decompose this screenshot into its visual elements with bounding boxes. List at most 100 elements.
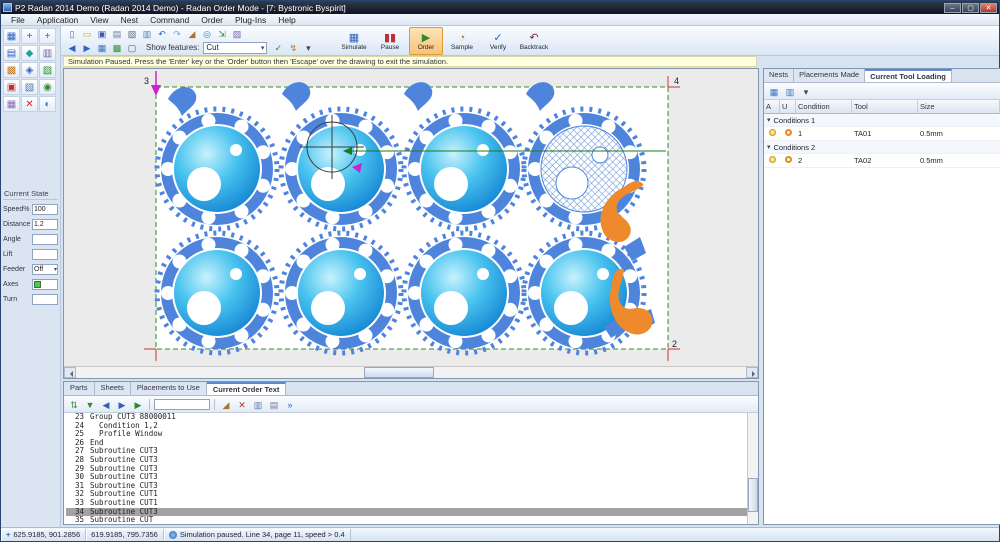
save-icon[interactable]: ▣: [95, 27, 109, 40]
pause-button[interactable]: ▮▮Pause: [373, 27, 407, 55]
order-line[interactable]: 30Subroutine CUT3: [66, 473, 758, 482]
field-input-turn[interactable]: [32, 294, 58, 305]
feature-dropdown-icon[interactable]: ▾: [301, 41, 315, 54]
next-view-icon[interactable]: ▶: [80, 41, 94, 54]
more-icon[interactable]: »: [283, 398, 297, 411]
column-header-condition[interactable]: Condition: [796, 100, 852, 113]
run-icon[interactable]: ▶: [131, 398, 145, 411]
grid-view-icon[interactable]: ▦: [767, 85, 781, 98]
filter-dropdown-icon[interactable]: ▾: [799, 85, 813, 98]
order-line[interactable]: 35Subroutine CUT: [66, 516, 758, 524]
tab-current-tool-loading[interactable]: Current Tool Loading: [865, 69, 952, 82]
simulate-button[interactable]: ▦Simulate: [337, 27, 371, 55]
menu-item-view[interactable]: View: [84, 15, 114, 25]
field-input-speed-[interactable]: 100: [32, 204, 58, 215]
print-icon[interactable]: ▤: [110, 27, 124, 40]
order-line[interactable]: 31Subroutine CUT3: [66, 482, 758, 491]
filter-lines-icon[interactable]: ▼: [83, 398, 97, 411]
field-input-feeder[interactable]: Off▾: [32, 264, 58, 275]
undo-icon[interactable]: ↶: [155, 27, 169, 40]
menu-item-file[interactable]: File: [5, 15, 31, 25]
measure-icon[interactable]: ⇲: [215, 27, 229, 40]
sheet-icon[interactable]: ▤: [3, 45, 20, 61]
order-line[interactable]: 25 Profile Window: [66, 430, 758, 439]
column-header-a[interactable]: A: [764, 100, 780, 113]
menu-item-application[interactable]: Application: [31, 15, 85, 25]
collapse-icon[interactable]: ▾: [767, 116, 771, 124]
stop-icon[interactable]: ▣: [3, 79, 20, 95]
column-header-u[interactable]: U: [780, 100, 796, 113]
previous-view-icon[interactable]: ◀: [65, 41, 79, 54]
menu-item-order[interactable]: Order: [195, 15, 229, 25]
layers-icon[interactable]: ▨: [230, 27, 244, 40]
menu-item-help[interactable]: Help: [272, 15, 301, 25]
order-line[interactable]: 24 Condition 1,2: [66, 422, 758, 431]
verify-button[interactable]: ✓Verify: [481, 27, 515, 55]
order-scroll-thumb[interactable]: [748, 478, 758, 512]
view-icon[interactable]: ◈: [21, 62, 38, 78]
grid-icon[interactable]: ▩: [3, 62, 20, 78]
canvas-horizontal-scrollbar[interactable]: [64, 366, 758, 378]
order-icon[interactable]: ▧: [21, 79, 38, 95]
tab-parts[interactable]: Parts: [64, 382, 95, 395]
tab-placements-to-use[interactable]: Placements to Use: [131, 382, 207, 395]
grid-toggle-icon[interactable]: ▦: [95, 41, 109, 54]
order-line[interactable]: 23Group CUT3 88000011: [66, 413, 758, 422]
menu-item-nest[interactable]: Nest: [115, 15, 144, 25]
scroll-right-button[interactable]: [746, 367, 758, 378]
tab-current-order-text[interactable]: Current Order Text: [207, 382, 287, 395]
redo-icon[interactable]: ↷: [170, 27, 184, 40]
tab-sheets[interactable]: Sheets: [95, 382, 131, 395]
simulate-icon[interactable]: ◐: [39, 96, 56, 112]
column-header-size[interactable]: Size: [918, 100, 1000, 113]
snap-toggle-icon[interactable]: ▩: [110, 41, 124, 54]
cut-icon[interactable]: ▧: [125, 27, 139, 40]
field-input-distance[interactable]: 1.2: [32, 219, 58, 230]
order-line[interactable]: 28Subroutine CUT3: [66, 456, 758, 465]
frame-toggle-icon[interactable]: ▢: [125, 41, 139, 54]
hatch-icon[interactable]: ▨: [39, 62, 56, 78]
group-row[interactable]: ▾Conditions 2: [764, 141, 1000, 154]
order-line[interactable]: 34Subroutine CUT3: [66, 508, 758, 517]
new-icon[interactable]: ▯: [65, 27, 79, 40]
sample-button[interactable]: ◔Sample: [445, 27, 479, 55]
zoom-icon[interactable]: ◎: [200, 27, 214, 40]
table-row[interactable]: 1TA010.5mm: [764, 127, 1000, 141]
minimize-button[interactable]: –: [944, 3, 961, 13]
order-line[interactable]: 26End: [66, 439, 758, 448]
prev-line-icon[interactable]: ◀: [99, 398, 113, 411]
menu-item-plug-ins[interactable]: Plug-Ins: [229, 15, 272, 25]
sort-lines-icon[interactable]: ⇅: [67, 398, 81, 411]
tab-nests[interactable]: Nests: [764, 69, 794, 82]
maximize-button[interactable]: ▢: [962, 3, 979, 13]
feature-flash-icon[interactable]: ↯: [286, 41, 300, 54]
column-chooser-icon[interactable]: ▥: [783, 85, 797, 98]
open-icon[interactable]: ▭: [80, 27, 94, 40]
table-row[interactable]: 2TA020.5mm: [764, 154, 1000, 168]
copy-icon[interactable]: ▥: [140, 27, 154, 40]
close-button[interactable]: ✕: [980, 3, 997, 13]
delete-line-icon[interactable]: ✕: [235, 398, 249, 411]
group-row[interactable]: ▾Conditions 1: [764, 114, 1000, 127]
order-line[interactable]: 33Subroutine CUT1: [66, 499, 758, 508]
tab-placements-made[interactable]: Placements Made: [794, 69, 865, 82]
pattern-icon[interactable]: ▦: [3, 96, 20, 112]
field-input-axes[interactable]: [32, 279, 58, 290]
collapse-icon[interactable]: ▾: [767, 143, 771, 151]
tooling-icon[interactable]: ▥: [39, 45, 56, 61]
order-line[interactable]: 32Subroutine CUT1: [66, 490, 758, 499]
column-header-tool[interactable]: Tool: [852, 100, 918, 113]
field-input-lift[interactable]: [32, 249, 58, 260]
goto-line-input[interactable]: [154, 399, 210, 410]
field-input-angle[interactable]: [32, 234, 58, 245]
nest-view-icon[interactable]: ▦: [3, 28, 20, 44]
order-line[interactable]: 29Subroutine CUT3: [66, 465, 758, 474]
print-order-icon[interactable]: ▤: [267, 398, 281, 411]
scroll-thumb[interactable]: [364, 367, 434, 378]
add-sheet-icon[interactable]: +: [39, 28, 56, 44]
order-line[interactable]: 27Subroutine CUT3: [66, 447, 758, 456]
edit-icon[interactable]: ◢: [185, 27, 199, 40]
backtrack-button[interactable]: ↶Backtrack: [517, 27, 551, 55]
menu-item-command[interactable]: Command: [144, 15, 195, 25]
copy-line-icon[interactable]: ▥: [251, 398, 265, 411]
